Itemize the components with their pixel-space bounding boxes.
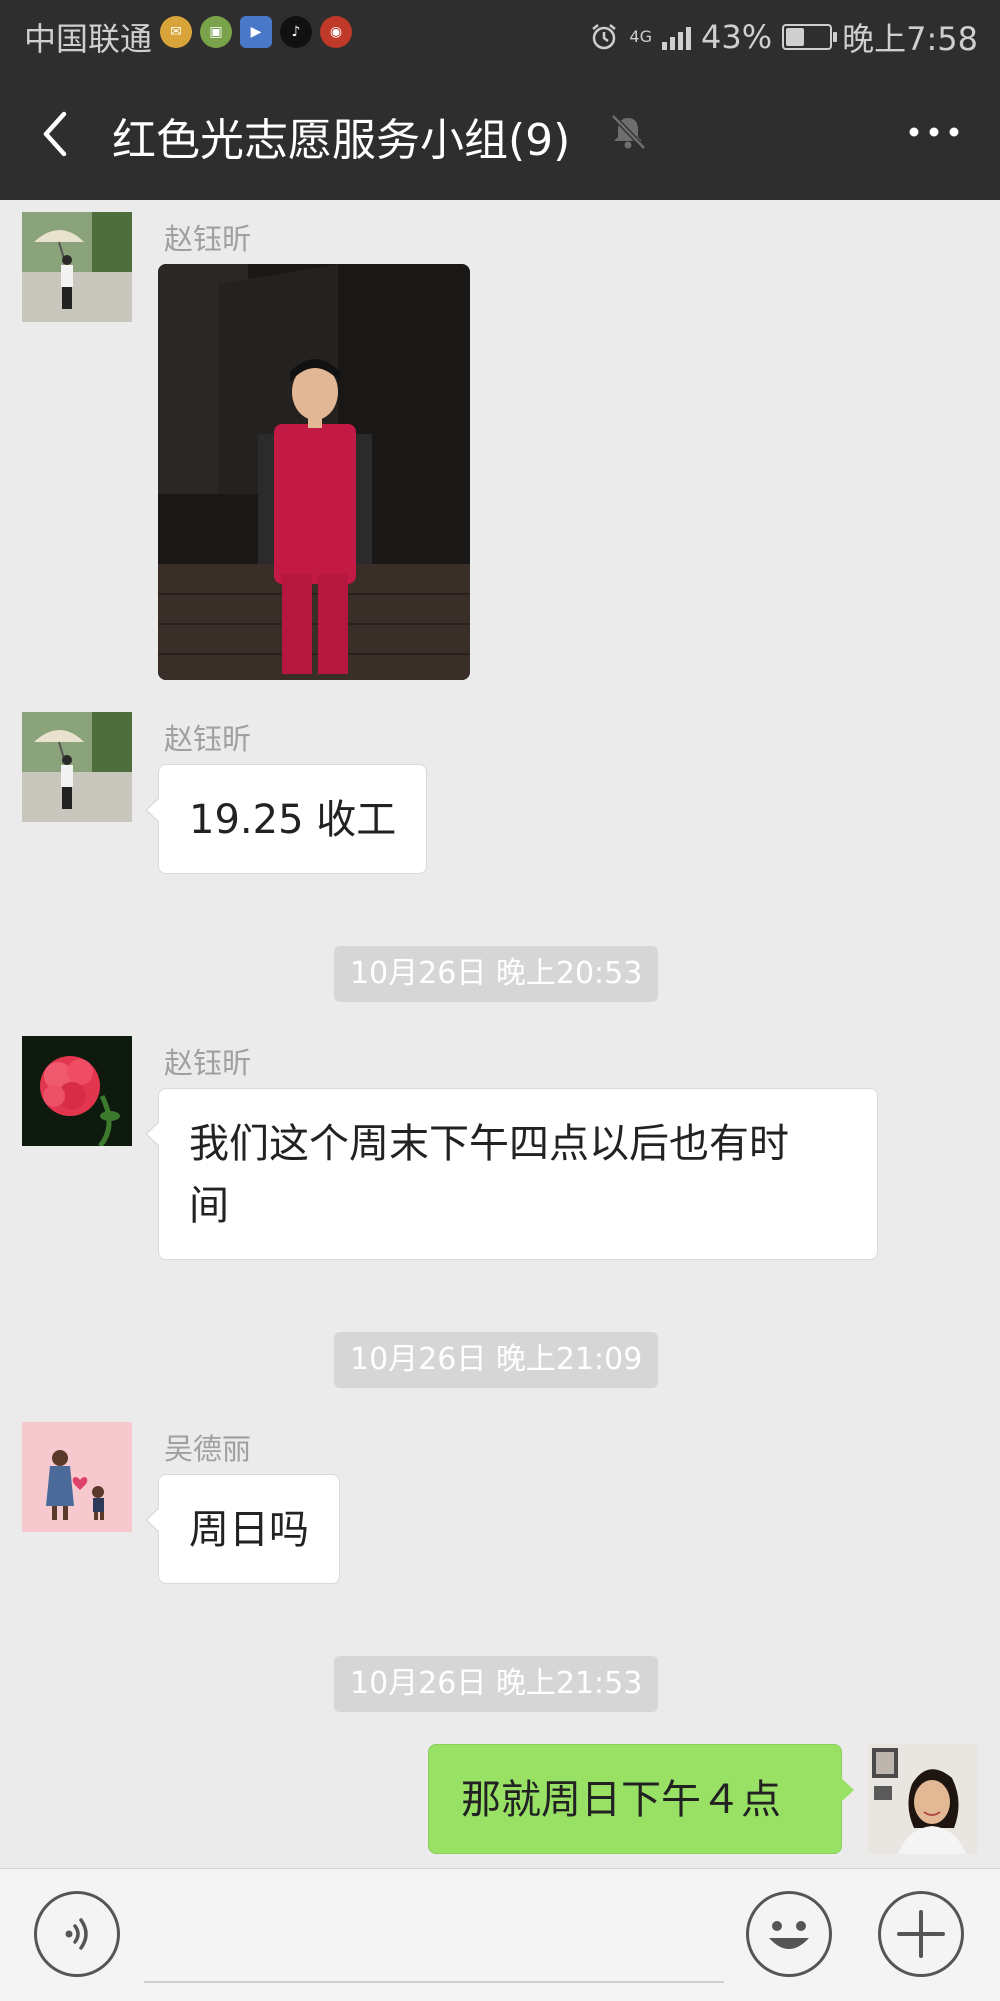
sender-name: 赵钰昕 — [164, 722, 252, 756]
chevron-left-icon[interactable] — [30, 104, 90, 164]
message-photo[interactable] — [158, 264, 470, 680]
cartoon-heart-avatar — [22, 1422, 132, 1532]
tiktok-icon: ♪ — [280, 16, 312, 48]
plus-button[interactable] — [878, 1891, 964, 1977]
sender-avatar[interactable] — [22, 712, 132, 822]
message-text: 19.25 收工 — [189, 797, 397, 843]
emoji-icon — [769, 1921, 809, 1949]
wallet-app-icon: ▣ — [200, 16, 232, 48]
notification-icons: ✉ ▣ ▶ ♪ ◉ — [160, 16, 352, 48]
battery-icon — [782, 24, 838, 50]
message-text: 那就周日下午４点 — [461, 1777, 781, 1823]
message-text-line-2: 间 — [189, 1183, 229, 1229]
message-bubble[interactable]: 19.25 收工 — [144, 764, 428, 874]
message-text-line-1: 我们这个周末下午四点以后也有时 — [189, 1121, 789, 1167]
umbrella-person-avatar — [22, 712, 132, 822]
voice-button[interactable] — [34, 1891, 120, 1977]
bell-off-icon — [611, 114, 646, 150]
sender-name: 赵钰昕 — [164, 1046, 252, 1080]
message-text: 周日吗 — [189, 1507, 309, 1553]
carrier-name: 中国联通 — [24, 20, 153, 58]
emoji-button[interactable] — [746, 1891, 832, 1977]
plus-icon — [897, 1910, 945, 1958]
sender-avatar[interactable] — [22, 212, 132, 322]
message-list[interactable]: 赵钰昕 赵钰昕 19.25 收工 10月26日 晚上20:53 赵钰昕 我们这个… — [0, 200, 1000, 1868]
sender-name: 赵钰昕 — [164, 222, 252, 256]
video-app-icon: ▶ — [240, 16, 272, 48]
volunteer-in-red-vest-photo — [158, 264, 470, 680]
message-input[interactable] — [144, 1981, 724, 1983]
outgoing-message-bubble[interactable]: 那就周日下午４点 — [428, 1744, 854, 1854]
signal-icon — [662, 24, 691, 50]
message-bubble[interactable]: 周日吗 — [145, 1474, 340, 1584]
network-type: 4G — [629, 27, 652, 46]
status-right: 4G 43% 晚上7:58 — [589, 14, 978, 60]
woman-selfie-avatar — [868, 1744, 978, 1854]
message-bubble[interactable]: 我们这个周末下午四点以后也有时 间 — [145, 1088, 878, 1260]
news-app-icon: ◉ — [320, 16, 352, 48]
sender-name: 吴德丽 — [164, 1432, 252, 1466]
timestamp: 10月26日 晚上21:09 — [334, 1332, 659, 1388]
mail-app-icon: ✉ — [160, 16, 192, 48]
timestamp: 10月26日 晚上21:53 — [334, 1656, 659, 1712]
sender-avatar[interactable] — [22, 1422, 132, 1532]
voice-input-icon — [65, 1918, 88, 1950]
my-avatar[interactable] — [868, 1744, 978, 1854]
more-dots-icon[interactable] — [904, 112, 964, 152]
input-bar — [0, 1868, 1000, 2001]
sender-avatar[interactable] — [22, 1036, 132, 1146]
red-carnation-avatar — [22, 1036, 132, 1146]
battery-percent: 43% — [701, 18, 773, 56]
chat-header: 红色光志愿服务小组(9) — [0, 68, 1000, 200]
status-bar: 中国联通 ✉ ▣ ▶ ♪ ◉ 4G 43% 晚上7:58 — [0, 0, 1000, 68]
timestamp: 10月26日 晚上20:53 — [334, 946, 659, 1002]
chat-title: 红色光志愿服务小组(9) — [112, 115, 571, 166]
alarm-icon — [592, 24, 617, 50]
umbrella-person-avatar — [22, 212, 132, 322]
clock: 晚上7:58 — [842, 20, 978, 58]
